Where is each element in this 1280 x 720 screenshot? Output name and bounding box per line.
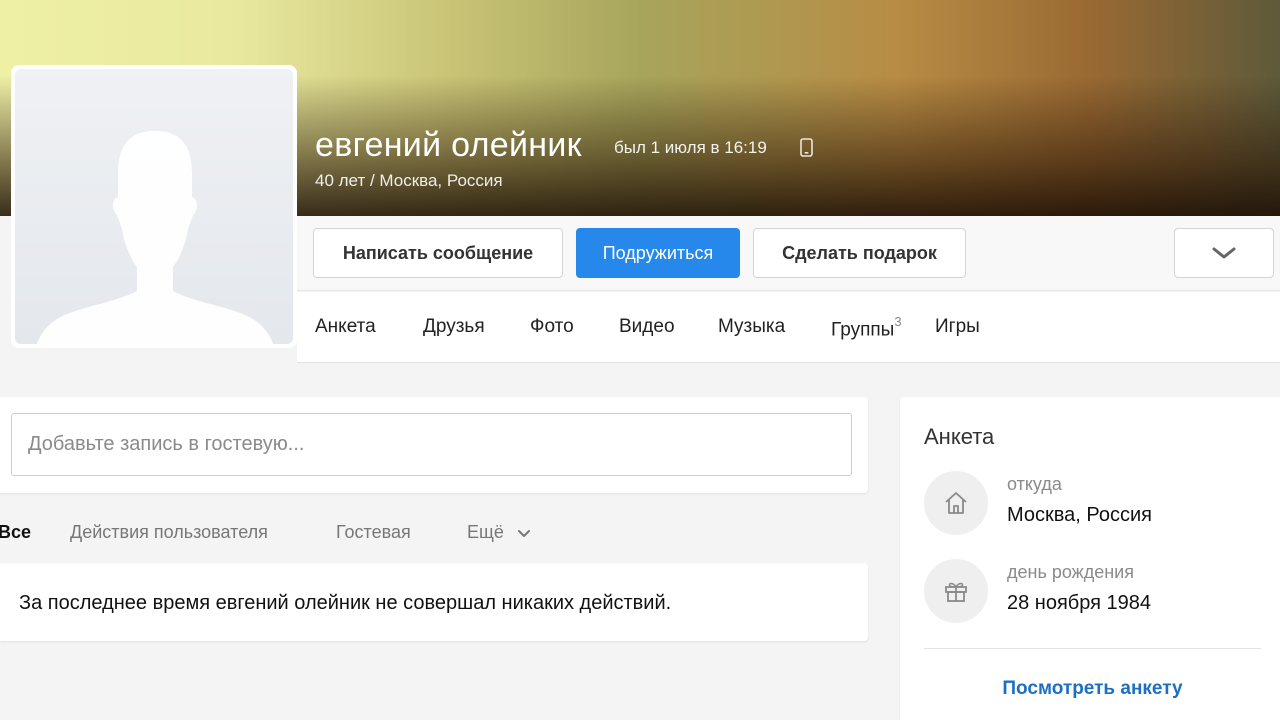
tab-games[interactable]: Игры xyxy=(935,316,980,338)
feed-empty-message: За последнее время евгений олейник не со… xyxy=(19,592,672,614)
tab-music[interactable]: Музыка xyxy=(718,316,785,338)
filter-more-label: Ещё xyxy=(467,522,504,542)
location-icon-circle xyxy=(924,471,988,535)
avatar[interactable] xyxy=(11,65,297,348)
house-icon xyxy=(945,492,967,514)
profile-age-location: 40 лет / Москва, Россия xyxy=(315,171,503,190)
tab-profile[interactable]: Анкета xyxy=(315,316,376,338)
birthday-label: день рождения xyxy=(1007,562,1134,582)
send-gift-button[interactable]: Сделать подарок xyxy=(753,228,966,278)
about-title: Анкета xyxy=(924,424,995,449)
filter-user-actions[interactable]: Действия пользователя xyxy=(70,522,268,543)
birthday-icon-circle xyxy=(924,559,988,623)
view-profile-link[interactable]: Посмотреть анкету xyxy=(924,678,1261,700)
add-friend-button[interactable]: Подружиться xyxy=(576,228,740,278)
guestbook-input[interactable] xyxy=(11,413,852,476)
tab-videos[interactable]: Видео xyxy=(619,316,675,338)
filter-more[interactable]: Ещё xyxy=(467,522,531,543)
chevron-down-icon xyxy=(517,530,530,537)
more-actions-button[interactable] xyxy=(1174,228,1274,278)
gift-icon xyxy=(945,582,967,602)
tab-groups-label: Группы xyxy=(831,319,895,341)
filter-guestbook[interactable]: Гостевая xyxy=(336,522,411,543)
phone-icon xyxy=(800,138,813,157)
last-seen-status: был 1 июля в 16:19 xyxy=(614,138,767,157)
location-value: Москва, Россия xyxy=(1007,504,1152,526)
about-divider xyxy=(924,648,1261,649)
tab-groups[interactable]: Группы3 xyxy=(831,314,902,341)
birthday-value: 28 ноября 1984 xyxy=(1007,592,1152,614)
profile-name: евгений олейник xyxy=(315,126,582,164)
filter-all[interactable]: Все xyxy=(0,522,31,543)
avatar-placeholder xyxy=(15,69,293,344)
location-label: откуда xyxy=(1007,474,1062,494)
groups-count-badge: 3 xyxy=(894,314,902,329)
tab-photos[interactable]: Фото xyxy=(530,316,574,338)
user-silhouette-icon xyxy=(37,131,273,344)
tab-friends[interactable]: Друзья xyxy=(423,316,485,338)
write-message-button[interactable]: Написать сообщение xyxy=(313,228,563,278)
chevron-down-icon xyxy=(1212,247,1236,259)
